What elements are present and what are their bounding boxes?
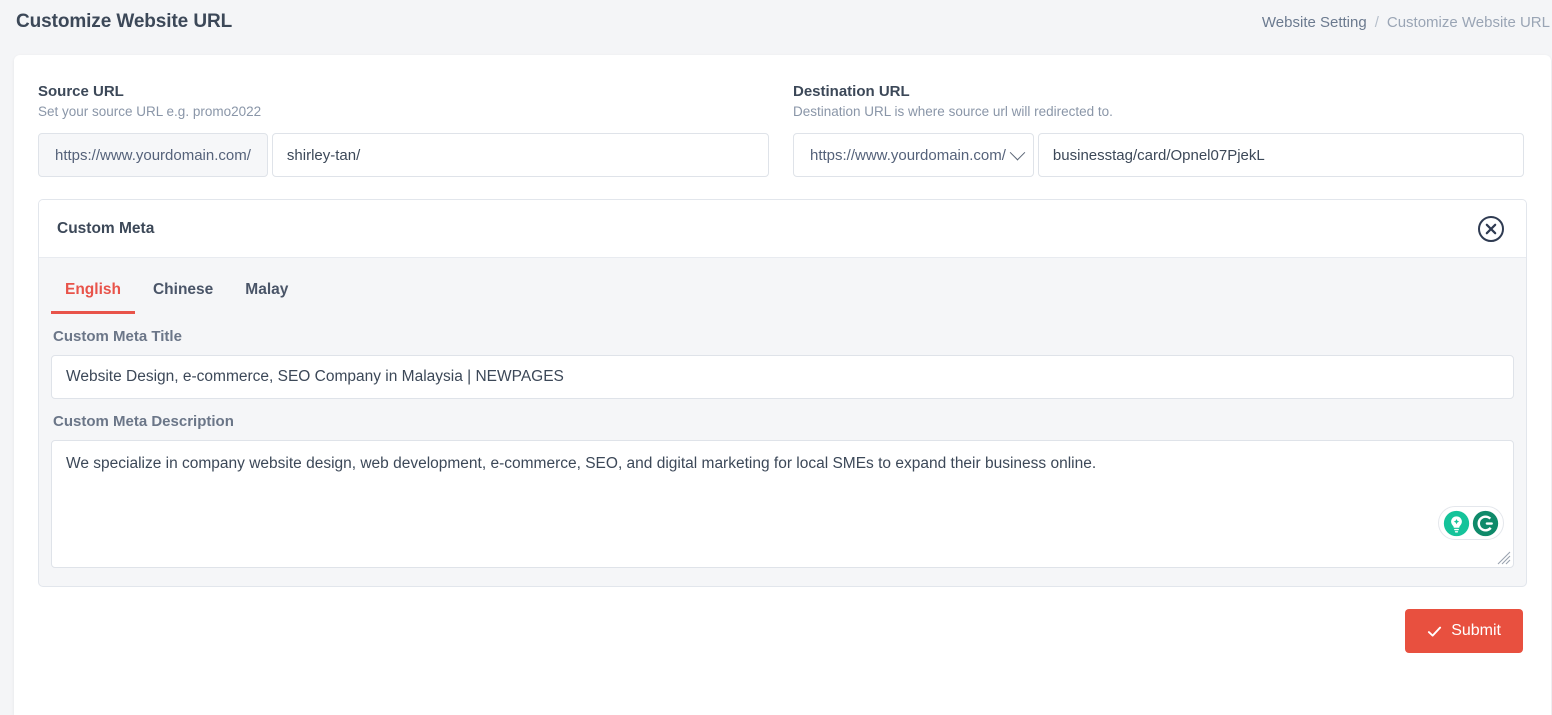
destination-url-hint: Destination URL is where source url will… xyxy=(793,104,1113,119)
destination-url-input[interactable] xyxy=(1037,133,1524,177)
top-bar: Customize Website URL Website Setting / … xyxy=(0,0,1552,44)
breadcrumb-separator: / xyxy=(1374,13,1379,31)
meta-description-wrapper xyxy=(51,440,1514,568)
form-actions: Submit xyxy=(38,609,1527,653)
source-url-hint: Set your source URL e.g. promo2022 xyxy=(38,104,262,119)
custom-meta-body: English Chinese Malay Custom Meta Title … xyxy=(39,258,1526,586)
meta-description-label: Custom Meta Description xyxy=(53,413,234,430)
breadcrumb-parent[interactable]: Website Setting xyxy=(1262,14,1367,31)
tab-malay[interactable]: Malay xyxy=(231,281,302,314)
page-title: Customize Website URL xyxy=(16,11,233,32)
main-content-card: Source URL Set your source URL e.g. prom… xyxy=(14,55,1551,715)
destination-url-prefix-select[interactable]: https://www.yourdomain.com/ xyxy=(793,133,1034,177)
breadcrumb-current: Customize Website URL xyxy=(1386,13,1550,31)
chevron-down-icon xyxy=(1009,144,1026,160)
language-tabs: English Chinese Malay xyxy=(51,258,1514,314)
custom-meta-panel: Custom Meta English Chinese Malay Custom… xyxy=(38,199,1527,587)
meta-description-textarea[interactable] xyxy=(51,440,1514,568)
meta-title-input[interactable] xyxy=(51,355,1514,399)
destination-url-group: Destination URL Destination URL is where… xyxy=(793,83,1524,177)
destination-url-input-group: https://www.yourdomain.com/ xyxy=(793,133,1524,177)
custom-meta-header: Custom Meta xyxy=(39,200,1526,258)
source-url-input[interactable] xyxy=(271,133,769,177)
submit-button[interactable]: Submit xyxy=(1405,609,1523,653)
tab-english[interactable]: English xyxy=(51,281,135,314)
submit-button-label: Submit xyxy=(1451,622,1501,639)
breadcrumb: Website Setting / Customize Website URL xyxy=(1262,14,1550,31)
destination-url-prefix-value: https://www.yourdomain.com/ xyxy=(810,146,1006,164)
close-circle-icon[interactable] xyxy=(1476,214,1506,244)
meta-title-label: Custom Meta Title xyxy=(53,328,182,345)
grammarly-assistant-badge[interactable] xyxy=(1438,506,1504,540)
lightbulb-icon xyxy=(1443,510,1470,536)
source-url-prefix: https://www.yourdomain.com/ xyxy=(38,133,268,177)
destination-url-label: Destination URL xyxy=(793,83,910,100)
source-url-input-group: https://www.yourdomain.com/ xyxy=(38,133,769,177)
source-url-group: Source URL Set your source URL e.g. prom… xyxy=(38,83,769,177)
source-url-label: Source URL xyxy=(38,83,124,100)
grammarly-g-icon xyxy=(1472,510,1499,536)
tab-chinese[interactable]: Chinese xyxy=(139,281,227,314)
custom-meta-title: Custom Meta xyxy=(57,219,155,237)
url-fields-row: Source URL Set your source URL e.g. prom… xyxy=(38,83,1527,177)
check-icon xyxy=(1428,626,1442,637)
